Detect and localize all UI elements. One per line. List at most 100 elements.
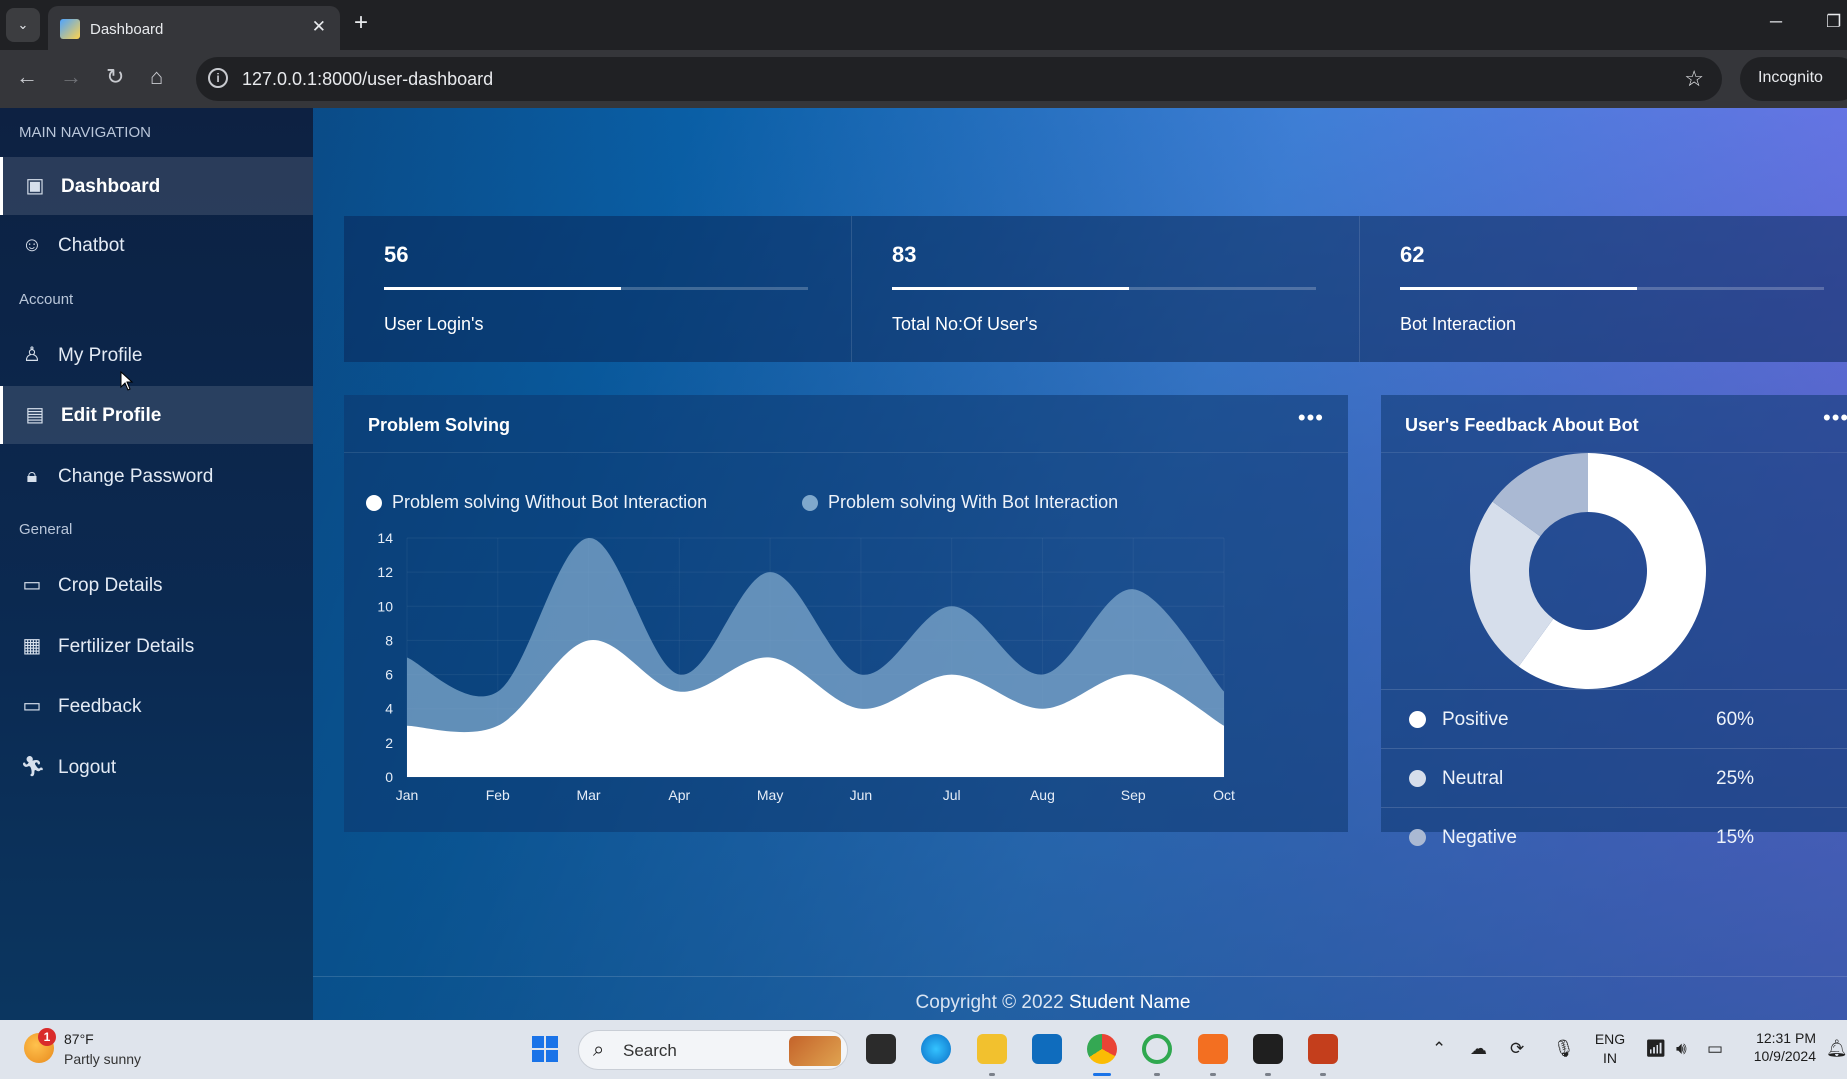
y-tick-label: 2	[385, 735, 393, 751]
browser-tab-bar: ⌄ Dashboard ✕ + ─ ❐	[0, 0, 1847, 50]
feedback-row-neutral: Neutral 25%	[1381, 748, 1847, 807]
app-ring-icon[interactable]	[1142, 1034, 1172, 1064]
sidebar: MAIN NAVIGATION ▣ Dashboard ☺ Chatbot Ac…	[0, 108, 313, 1020]
lock-icon: 🔒︎	[26, 465, 38, 487]
favicon-icon	[60, 19, 80, 39]
search-highlight-icon	[789, 1036, 841, 1066]
card-icon: ▭	[22, 695, 42, 717]
outlook-icon[interactable]	[1032, 1034, 1062, 1064]
close-tab-icon[interactable]: ✕	[312, 17, 326, 37]
sidebar-item-chatbot[interactable]: ☺ Chatbot	[0, 216, 313, 274]
sidebar-item-label: Feedback	[58, 696, 142, 717]
y-tick-label: 6	[385, 667, 393, 683]
back-icon[interactable]: ←	[16, 66, 38, 88]
y-tick-label: 0	[385, 769, 393, 785]
stat-total-users: 83 Total No:Of User's	[852, 216, 1360, 362]
y-tick-label: 14	[377, 530, 393, 546]
problem-solving-card: Problem Solving ••• Problem solving With…	[344, 395, 1348, 832]
y-tick-label: 10	[377, 598, 393, 614]
microphone-icon[interactable]: 🎙︎	[1553, 1039, 1575, 1059]
footer-name[interactable]: Student Name	[1069, 992, 1190, 1013]
task-view-icon[interactable]	[866, 1034, 896, 1064]
taskbar-search-box[interactable]: ⌕ Search	[578, 1030, 848, 1070]
dashboard-page: MAIN NAVIGATION ▣ Dashboard ☺ Chatbot Ac…	[0, 108, 1847, 1020]
x-tick-label: Jan	[396, 787, 419, 803]
medkit-icon: ▦	[22, 635, 42, 657]
sidebar-item-label: Crop Details	[58, 575, 163, 596]
chatbot-icon: ☺	[21, 234, 43, 256]
tab-search-dropdown-icon[interactable]: ⌄	[6, 8, 40, 42]
sync-icon[interactable]: ⟳	[1510, 1039, 1524, 1059]
x-tick-label: Aug	[1030, 787, 1055, 803]
sidebar-item-fertilizer-details[interactable]: ▦ Fertilizer Details	[0, 617, 313, 675]
language-indicator[interactable]: ENG IN	[1594, 1030, 1626, 1068]
weather-temp: 87°F	[64, 1031, 94, 1047]
legend-dot	[1409, 711, 1426, 728]
xampp-icon[interactable]	[1198, 1034, 1228, 1064]
windows-start-icon[interactable]	[530, 1034, 560, 1064]
sidebar-item-my-profile[interactable]: ♙ My Profile	[0, 326, 313, 384]
address-bar[interactable]: i 127.0.0.1:8000/user-dashboard ☆	[196, 57, 1722, 101]
battery-icon[interactable]: ▭	[1707, 1039, 1723, 1059]
x-tick-label: Mar	[576, 787, 600, 803]
stat-value: 56	[384, 242, 409, 267]
x-tick-label: Jun	[850, 787, 873, 803]
sidebar-item-feedback[interactable]: ▭ Feedback	[0, 677, 313, 735]
new-tab-icon[interactable]: +	[354, 11, 368, 35]
tray-chevron-icon[interactable]: ⌃	[1432, 1039, 1446, 1059]
edge-icon[interactable]	[921, 1034, 951, 1064]
url-text[interactable]: 127.0.0.1:8000/user-dashboard	[242, 69, 493, 90]
stat-caption: Total No:Of User's	[892, 314, 1038, 334]
feedback-percent: 15%	[1716, 827, 1755, 848]
weather-badge: 1	[38, 1028, 56, 1046]
file-explorer-icon[interactable]	[977, 1034, 1007, 1064]
stat-progress-bar	[384, 287, 622, 290]
reload-icon[interactable]: ↻	[106, 66, 124, 88]
forward-icon[interactable]: →	[60, 66, 82, 88]
y-tick-label: 4	[385, 701, 393, 717]
stat-progress-track	[892, 287, 1316, 290]
sidebar-item-logout[interactable]: 🏃︎ Logout	[0, 738, 313, 796]
sidebar-item-edit-profile[interactable]: ▤ Edit Profile	[0, 386, 313, 444]
footer-copyright: Copyright © 2022	[915, 992, 1064, 1013]
home-icon[interactable]: ⌂	[150, 66, 163, 88]
site-info-icon[interactable]: i	[208, 68, 228, 88]
sidebar-item-label: Logout	[58, 757, 117, 778]
sidebar-item-crop-details[interactable]: ▭ Crop Details	[0, 556, 313, 614]
onedrive-icon[interactable]: ☁	[1470, 1039, 1487, 1059]
incognito-indicator[interactable]: Incognito	[1740, 57, 1847, 101]
search-icon: ⌕	[593, 1039, 605, 1061]
volume-icon[interactable]: 🔊︎	[1676, 1039, 1687, 1059]
more-dots-icon[interactable]: •••	[1823, 405, 1847, 431]
feedback-label: Positive	[1442, 709, 1509, 730]
sidebar-item-change-password[interactable]: 🔒︎ Change Password	[0, 447, 313, 505]
stat-bot-interaction: 62 Bot Interaction	[1360, 216, 1847, 362]
stat-value: 83	[892, 242, 917, 267]
section-main-navigation: MAIN NAVIGATION	[19, 124, 151, 141]
wifi-icon[interactable]: 📶︎	[1645, 1039, 1667, 1059]
legend-dot	[1409, 770, 1426, 787]
stat-progress-bar	[1400, 287, 1638, 290]
user-icon: ♙	[23, 344, 41, 366]
weather-text: Partly sunny	[64, 1051, 142, 1067]
feedback-label: Neutral	[1442, 768, 1504, 789]
restore-icon[interactable]: ❐	[1826, 12, 1841, 32]
bookmark-star-icon[interactable]: ☆	[1684, 66, 1704, 92]
sidebar-item-dashboard[interactable]: ▣ Dashboard	[0, 157, 313, 215]
sidebar-item-label: Edit Profile	[61, 405, 162, 426]
x-tick-label: Jul	[943, 787, 961, 803]
chrome-icon[interactable]	[1087, 1034, 1117, 1064]
powerpoint-icon[interactable]	[1308, 1034, 1338, 1064]
notification-icon[interactable]: 🔔︎	[1826, 1039, 1847, 1059]
taskbar-clock[interactable]: 12:31 PM 10/9/2024	[1752, 1030, 1816, 1064]
y-tick-label: 12	[377, 564, 393, 580]
footer: Copyright © 2022 Student Name	[313, 992, 1793, 1014]
area-chart: 0 2 4 6 8 10 12 14 Jan Feb Mar Apr May Jun Jul Aug Sep Oc…	[377, 530, 1235, 803]
x-tick-label: May	[757, 787, 783, 803]
browser-tab-dashboard[interactable]: Dashboard ✕	[48, 6, 340, 50]
terminal-icon[interactable]	[1253, 1034, 1283, 1064]
feedback-card: User's Feedback About Bot ••• Positive 6…	[1381, 395, 1847, 848]
taskbar: 1 87°F Partly sunny ⌕ Search ⌃ ☁ ⟳ 🎙︎ EN…	[0, 1020, 1847, 1079]
legend-dot	[1409, 829, 1426, 846]
minimize-icon[interactable]: ─	[1770, 12, 1782, 32]
